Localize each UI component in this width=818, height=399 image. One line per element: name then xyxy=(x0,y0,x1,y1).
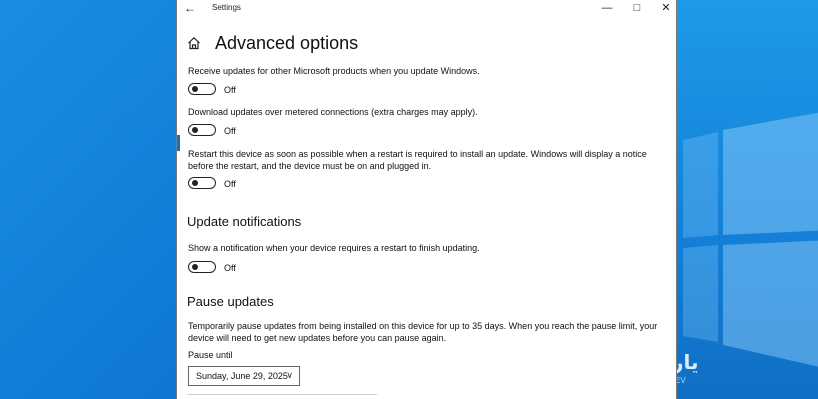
toggle-metered-connections[interactable] xyxy=(188,124,216,136)
settings-window: ← Settings — □ ✕ Advanced options Receiv… xyxy=(176,0,677,399)
setting-description-metered: Download updates over metered connection… xyxy=(188,107,478,117)
minimize-icon[interactable]: — xyxy=(592,0,622,18)
title-bar: ← Settings — □ ✕ xyxy=(177,0,676,18)
toggle-other-products[interactable] xyxy=(188,83,216,95)
page-title: Advanced options xyxy=(215,33,359,53)
toggle-state-label: Off xyxy=(224,126,236,136)
desktop-background xyxy=(675,0,818,399)
chevron-down-icon: ∨ xyxy=(286,370,293,380)
toggle-state-label: Off xyxy=(224,179,236,189)
scroll-indicator xyxy=(177,135,180,151)
setting-description-other-products: Receive updates for other Microsoft prod… xyxy=(188,66,480,76)
toggle-restart-notification[interactable] xyxy=(188,261,216,273)
section-header-pause: Pause updates xyxy=(187,294,274,309)
pause-until-label: Pause until xyxy=(188,350,233,360)
toggle-restart-asap[interactable] xyxy=(188,177,216,189)
setting-description-restart: Restart this device as soon as possible … xyxy=(188,149,647,171)
dropdown-value: Sunday, June 29, 2025 xyxy=(196,371,288,381)
setting-description-notification: Show a notification when your device req… xyxy=(188,243,480,253)
pause-description: Temporarily pause updates from being ins… xyxy=(188,321,658,343)
toggle-state-label: Off xyxy=(224,85,236,95)
window-title: Settings xyxy=(212,3,241,12)
pause-until-dropdown[interactable]: Sunday, June 29, 2025 ∨ xyxy=(188,366,300,386)
home-icon[interactable] xyxy=(187,36,201,50)
toggle-knob xyxy=(192,264,198,270)
toggle-state-label: Off xyxy=(224,263,236,273)
windows-logo xyxy=(683,112,818,367)
back-arrow-icon[interactable]: ← xyxy=(184,1,196,15)
divider xyxy=(187,394,377,395)
toggle-knob xyxy=(192,180,198,186)
toggle-knob xyxy=(192,86,198,92)
section-header-notifications: Update notifications xyxy=(187,214,302,229)
maximize-icon[interactable]: □ xyxy=(622,0,652,18)
close-icon[interactable]: ✕ xyxy=(651,0,676,18)
toggle-knob xyxy=(192,127,198,133)
